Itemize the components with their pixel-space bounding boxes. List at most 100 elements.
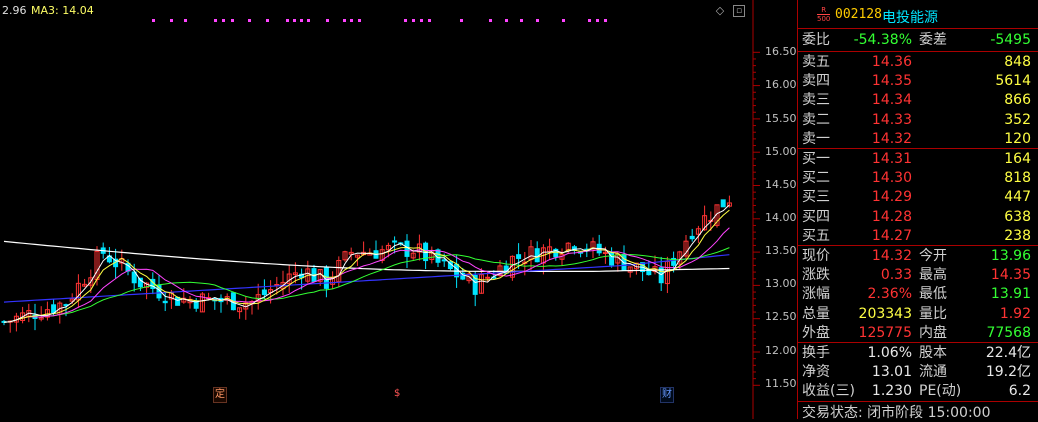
stat-row: 外盘 125775 内盘 77568 xyxy=(798,324,1038,343)
price-tick-label: 14.50 xyxy=(765,178,797,191)
stat-value: 0.33 xyxy=(880,267,912,284)
stat-value: 13.96 xyxy=(990,248,1031,264)
price-tick-label: 14.00 xyxy=(765,211,797,224)
signal-dot xyxy=(231,19,234,22)
event-marker-dividend[interactable]: $ xyxy=(393,387,401,401)
signal-dot xyxy=(222,19,225,22)
stat-label: 今开 xyxy=(919,248,947,264)
signal-dot xyxy=(293,19,296,22)
fundamental-label: PE(动) xyxy=(919,383,962,400)
signal-dot xyxy=(184,19,187,22)
candle-body xyxy=(441,259,447,262)
candle-body xyxy=(485,276,491,279)
price-axis-ticks xyxy=(753,51,760,386)
weicha-label: 委差 xyxy=(919,32,947,48)
candle-body xyxy=(720,199,726,208)
stat-label: 内盘 xyxy=(919,324,947,341)
divider xyxy=(798,28,1038,29)
signal-dot xyxy=(350,19,353,22)
sell-price: 14.36 xyxy=(871,54,912,70)
stock-name[interactable]: 电投能源 xyxy=(882,7,938,27)
signal-dot xyxy=(489,19,492,22)
weibi-value: -54.38% xyxy=(853,32,912,48)
signal-dot xyxy=(428,19,431,22)
divider xyxy=(798,51,1038,52)
fundamental-row: 收益(三) 1.230 PE(动) 6.2 xyxy=(798,382,1038,401)
buy-volume: 818 xyxy=(1004,170,1031,187)
stat-value: 14.35 xyxy=(990,267,1031,284)
sell-price: 14.32 xyxy=(871,130,912,147)
stat-label: 最高 xyxy=(919,267,947,284)
buy-price: 14.27 xyxy=(871,227,912,244)
signal-dot xyxy=(596,19,599,22)
signal-dot xyxy=(300,19,303,22)
price-tick-label: 13.50 xyxy=(765,244,797,257)
sell-level-label: 卖三 xyxy=(802,92,830,109)
signal-dot xyxy=(588,19,591,22)
stat-value: 2.36% xyxy=(867,286,912,303)
buy-level-label: 买四 xyxy=(802,208,830,225)
stat-value: 13.91 xyxy=(990,286,1031,303)
fundamental-label: 股本 xyxy=(919,345,947,361)
candle-body xyxy=(689,235,695,240)
buy-level-label: 买二 xyxy=(802,170,830,187)
buy-volume: 447 xyxy=(1004,189,1031,206)
price-tick-label: 11.50 xyxy=(765,377,797,390)
stat-label: 总量 xyxy=(802,305,830,322)
stat-value: 203343 xyxy=(858,305,912,322)
price-tick-label: 15.00 xyxy=(765,145,797,158)
price-tick-label: 16.50 xyxy=(765,45,797,58)
fundamental-label: 换手 xyxy=(802,345,830,361)
stat-label: 最低 xyxy=(919,286,947,303)
sell-level-row: 卖二 14.33 352 xyxy=(798,111,1038,130)
fundamental-value: 13.01 xyxy=(871,364,912,381)
stat-value: 125775 xyxy=(858,324,912,341)
signal-dot xyxy=(358,19,361,22)
buy-level-row: 买二 14.30 818 xyxy=(798,169,1038,188)
sell-level-label: 卖二 xyxy=(802,111,830,128)
fundamental-label: 净资 xyxy=(802,364,830,381)
stock-header: R 500 002128 电投能源 xyxy=(798,4,1038,26)
price-tick-label: 12.50 xyxy=(765,310,797,323)
signal-dot xyxy=(604,19,607,22)
quote-panel: R 500 002128 电投能源 委比 -54.38% 委差 -5495 卖五… xyxy=(797,0,1038,421)
price-tick-label: 13.00 xyxy=(765,277,797,290)
stat-label: 外盘 xyxy=(802,324,830,341)
buy-price: 14.28 xyxy=(871,208,912,225)
buy-price: 14.29 xyxy=(871,189,912,206)
stock-code[interactable]: 002128 xyxy=(835,7,882,22)
divider xyxy=(798,245,1038,246)
sell-price: 14.33 xyxy=(871,111,912,128)
buy-level-label: 买五 xyxy=(802,227,830,244)
stat-row: 现价 14.32 今开 13.96 xyxy=(798,247,1038,266)
stat-value: 77568 xyxy=(986,324,1031,341)
event-marker-cai[interactable]: 财 xyxy=(660,387,674,403)
diamond-icon[interactable]: ◇ xyxy=(714,5,726,17)
stat-row: 涨跌 0.33 最高 14.35 xyxy=(798,266,1038,285)
sell-volume: 120 xyxy=(1004,130,1031,147)
candle-body xyxy=(516,254,522,259)
signal-dot xyxy=(505,19,508,22)
signal-dot xyxy=(520,19,523,22)
fundamental-label: 收益(三) xyxy=(802,383,855,400)
kline-chart-panel[interactable]: 2.96 MA3: 14.04 ◇ ▫ 16.50 16.00 15.50 15… xyxy=(0,0,797,419)
buy-level-row: 买五 14.27 238 xyxy=(798,227,1038,246)
buy-level-row: 买四 14.28 638 xyxy=(798,208,1038,227)
candle-body xyxy=(51,304,57,314)
header-first-value: 2.96 xyxy=(2,4,27,17)
fundamental-value: 1.230 xyxy=(871,383,912,400)
fundamental-value: 6.2 xyxy=(1008,383,1031,400)
sell-volume: 848 xyxy=(1004,54,1031,70)
event-marker-ding[interactable]: 定 xyxy=(213,387,227,403)
weibi-row: 委比 -54.38% 委差 -5495 xyxy=(798,31,1038,50)
buy-volume: 238 xyxy=(1004,227,1031,244)
signal-dot xyxy=(420,19,423,22)
candle-body xyxy=(392,240,398,243)
buy-price: 14.30 xyxy=(871,170,912,187)
kline-chart[interactable] xyxy=(0,0,797,419)
restore-window-icon[interactable]: ▫ xyxy=(733,5,745,17)
buy-level-row: 买一 14.31 164 xyxy=(798,150,1038,169)
signal-dot xyxy=(412,19,415,22)
sell-level-row: 卖一 14.32 120 xyxy=(798,130,1038,149)
signal-dot xyxy=(214,19,217,22)
